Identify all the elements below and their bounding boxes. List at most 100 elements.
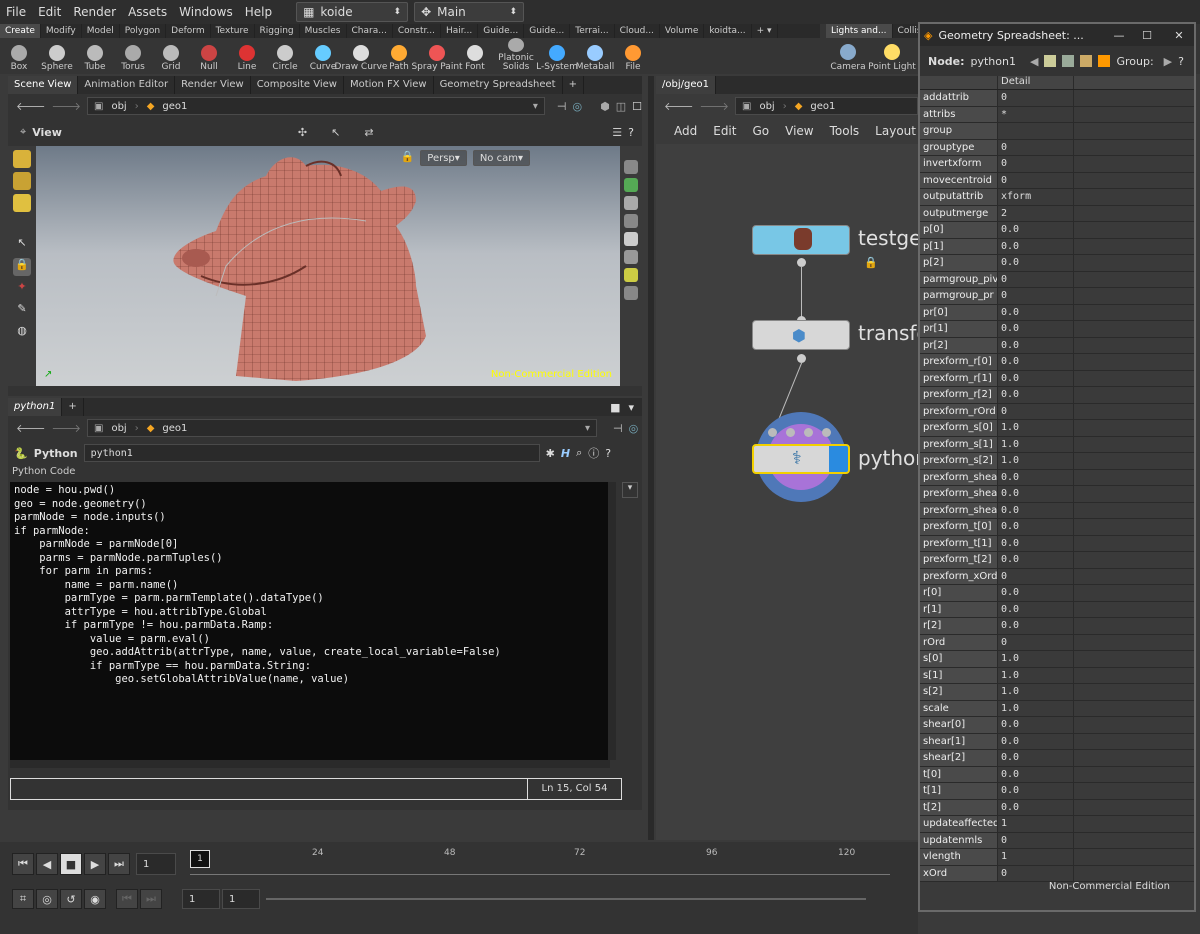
- back-icon[interactable]: 🡐: [16, 421, 46, 435]
- select-mode-icon[interactable]: [13, 150, 31, 168]
- shelf-tab[interactable]: Guide...: [524, 24, 571, 38]
- spreadsheet-row[interactable]: prexform_r[2] 0.0: [920, 387, 1194, 404]
- spreadsheet-row[interactable]: movecentroid 0: [920, 172, 1194, 189]
- shelf-tab[interactable]: Texture: [211, 24, 255, 38]
- primitives-mode-icon[interactable]: [13, 194, 31, 212]
- tab-composite-view[interactable]: Composite View: [251, 76, 344, 94]
- help-icon[interactable]: ?: [605, 447, 611, 460]
- forward-icon[interactable]: 🡒: [52, 99, 82, 113]
- menu-help[interactable]: Help: [239, 5, 278, 19]
- spreadsheet-row[interactable]: prexform_shea 0.0: [920, 469, 1194, 486]
- tool-circle[interactable]: Circle: [266, 38, 304, 74]
- shelf-tab[interactable]: Guide...: [478, 24, 525, 38]
- spreadsheet-row[interactable]: parmgroup_piv 0: [920, 271, 1194, 288]
- template-icon[interactable]: [624, 178, 638, 192]
- spreadsheet-row[interactable]: updateaffected 1: [920, 816, 1194, 833]
- spreadsheet-row[interactable]: shear[0] 0.0: [920, 717, 1194, 734]
- code-editor[interactable]: node = hou.pwd() geo = node.geometry() par…: [10, 482, 608, 760]
- spreadsheet-row[interactable]: pr[2] 0.0: [920, 337, 1194, 354]
- lock-icon[interactable]: 🔒: [13, 258, 31, 276]
- spreadsheet-row[interactable]: s[2] 1.0: [920, 684, 1194, 701]
- spreadsheet-row[interactable]: outputmerge 2: [920, 205, 1194, 222]
- spreadsheet-row[interactable]: pr[1] 0.0: [920, 321, 1194, 338]
- pin-icon[interactable]: ⊣: [613, 422, 623, 435]
- play-button[interactable]: ▶: [84, 853, 106, 875]
- h-icon[interactable]: H: [561, 447, 570, 460]
- shelf-tab[interactable]: Create: [0, 24, 41, 38]
- spreadsheet-row[interactable]: invertxform 0: [920, 156, 1194, 173]
- frame-field[interactable]: 1: [136, 853, 176, 875]
- handle-icon[interactable]: ✦: [13, 280, 31, 298]
- spreadsheet-row[interactable]: shear[2] 0.0: [920, 750, 1194, 767]
- spreadsheet-row[interactable]: prexform_r[1] 0.0: [920, 370, 1194, 387]
- tool-grid[interactable]: Grid: [152, 38, 190, 74]
- range-slider[interactable]: [266, 898, 866, 900]
- pane-divider[interactable]: [648, 76, 654, 840]
- add-tab-button[interactable]: +: [62, 398, 84, 416]
- chevron-down-icon[interactable]: ▾: [622, 482, 638, 498]
- tool-torus[interactable]: Torus: [114, 38, 152, 74]
- spreadsheet-row[interactable]: xOrd 0: [920, 865, 1194, 882]
- tool-box[interactable]: Box: [0, 38, 38, 74]
- tool-spray-paint[interactable]: Spray Paint: [411, 38, 463, 74]
- spreadsheet-row[interactable]: parmgroup_pr 0: [920, 288, 1194, 305]
- network-menu-tools[interactable]: Tools: [822, 124, 868, 138]
- tab-render-view[interactable]: Render View: [175, 76, 251, 94]
- shelf-tab[interactable]: Modify: [41, 24, 82, 38]
- shelf-tab[interactable]: Muscles: [300, 24, 347, 38]
- tool-font[interactable]: Font: [456, 38, 494, 74]
- spreadsheet-row[interactable]: rOrd 0: [920, 634, 1194, 651]
- link-icon[interactable]: ◎: [573, 100, 583, 113]
- spreadsheet-row[interactable]: prexform_t[1] 0.0: [920, 535, 1194, 552]
- points-icon[interactable]: [1044, 55, 1057, 67]
- add-tab-button[interactable]: + ▾: [752, 24, 778, 38]
- menu-render[interactable]: Render: [67, 5, 122, 19]
- keyframe-button[interactable]: ⌗: [12, 889, 34, 909]
- light-icon[interactable]: [624, 268, 638, 282]
- tab-animation-editor[interactable]: Animation Editor: [78, 76, 176, 94]
- current-frame-marker[interactable]: 1: [190, 850, 210, 868]
- spreadsheet-row[interactable]: scale 1.0: [920, 700, 1194, 717]
- tool-point-light[interactable]: Point Light: [868, 38, 916, 74]
- spreadsheet-row[interactable]: s[1] 1.0: [920, 667, 1194, 684]
- spreadsheet-row[interactable]: pr[0] 0.0: [920, 304, 1194, 321]
- spreadsheet-row[interactable]: t[2] 0.0: [920, 799, 1194, 816]
- spreadsheet-row[interactable]: s[0] 1.0: [920, 651, 1194, 668]
- minimize-button[interactable]: —: [1108, 29, 1130, 42]
- menu-icon[interactable]: ▾: [628, 401, 634, 414]
- tool-line[interactable]: Line: [228, 38, 266, 74]
- viewport[interactable]: 🔒 Persp ▾ No cam ▾ ↗ Non-Commercial Edit…: [36, 146, 620, 386]
- tool-platonic-solids[interactable]: Platonic Solids: [494, 38, 538, 74]
- info-icon[interactable]: ⓘ: [588, 445, 599, 461]
- spreadsheet-row[interactable]: grouptype 0: [920, 139, 1194, 156]
- camera-dropdown[interactable]: No cam ▾: [472, 150, 530, 166]
- spreadsheet-row[interactable]: r[0] 0.0: [920, 585, 1194, 602]
- spreadsheet-row[interactable]: prexform_rOrd 0: [920, 403, 1194, 420]
- spreadsheet-row[interactable]: prexform_s[2] 1.0: [920, 453, 1194, 470]
- menu-file[interactable]: File: [0, 5, 32, 19]
- tab-scene-view[interactable]: Scene View: [8, 76, 79, 94]
- split-icon[interactable]: ◫: [616, 100, 626, 113]
- shelf-tab[interactable]: koidta...: [704, 24, 752, 38]
- forward-icon[interactable]: 🡒: [52, 421, 82, 435]
- shelf-tab[interactable]: Volume: [660, 24, 705, 38]
- pin-icon[interactable]: ⊣: [557, 100, 567, 113]
- spreadsheet-row[interactable]: p[1] 0.0: [920, 238, 1194, 255]
- lock-view-icon[interactable]: 🔒: [401, 150, 415, 166]
- back-icon[interactable]: 🡐: [16, 99, 46, 113]
- camera-icon[interactable]: [624, 286, 638, 300]
- spreadsheet-row[interactable]: prexform_shea 0.0: [920, 486, 1194, 503]
- gear-icon[interactable]: ✱: [546, 447, 555, 460]
- spreadsheet-row[interactable]: prexform_t[0] 0.0: [920, 519, 1194, 536]
- chevron-down-icon[interactable]: ▾: [585, 423, 590, 434]
- tool-camera[interactable]: Camera: [826, 38, 870, 74]
- camera-icon[interactable]: ◍: [13, 324, 31, 342]
- go-to-start-button[interactable]: ⏮: [12, 853, 34, 875]
- display-icon[interactable]: [624, 160, 638, 174]
- shelf-tab[interactable]: Terrai...: [570, 24, 615, 38]
- path-field[interactable]: ▣ obj › ◆ geo1: [735, 97, 918, 115]
- spreadsheet-row[interactable]: addattrib 0: [920, 90, 1194, 107]
- path-field[interactable]: ▣ obj › ◆ geo1 ▾: [87, 419, 597, 437]
- maximize-button[interactable]: ☐: [1136, 29, 1158, 42]
- spreadsheet-row[interactable]: t[0] 0.0: [920, 766, 1194, 783]
